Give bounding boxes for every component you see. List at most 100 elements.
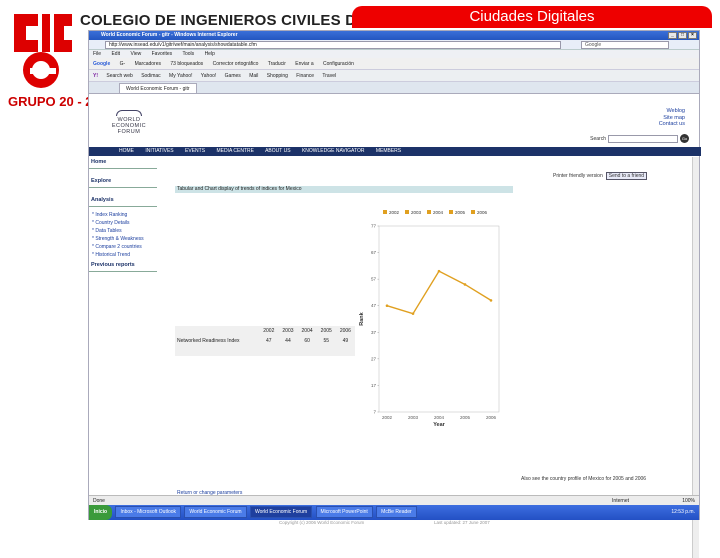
send-to-button[interactable]: Enviar a: [295, 61, 313, 67]
nav-knowledge-navigator[interactable]: KNOWLEDGE NAVIGATOR: [302, 148, 365, 154]
x-tick-label: 2006: [486, 415, 497, 420]
legend-swatch: [471, 210, 475, 214]
table-cell: 44: [285, 338, 291, 344]
sidebar-analysis[interactable]: Analysis: [89, 194, 157, 207]
minimize-button[interactable]: _: [668, 32, 677, 39]
data-point: [489, 299, 493, 302]
windows-taskbar: Inicio Inbox - Microsoft Outlook World E…: [89, 505, 699, 520]
copyright-text: Copyright (c) 2006 World Economic Forum: [279, 520, 365, 525]
menu-favorites[interactable]: Favorites: [152, 51, 173, 57]
legend-swatch: [405, 210, 409, 214]
taskbar-item-wef-2[interactable]: World Economic Forum: [249, 505, 313, 518]
sidebar-explore[interactable]: Explore: [89, 175, 157, 188]
close-button[interactable]: ×: [688, 32, 697, 39]
yahoo-logo-icon: Y!: [93, 73, 98, 79]
x-tick-label: 2004: [434, 415, 445, 420]
address-bar: http://www.insead.edu/v1/gitr/wef/main/a…: [89, 40, 699, 50]
maximize-button[interactable]: □: [678, 32, 687, 39]
menu-bar: File Edit View Favorites Tools Help: [89, 50, 699, 58]
my-yahoo-link[interactable]: My Yahoo!: [169, 73, 192, 79]
sidebar-item-strength-weakness[interactable]: * Strength & Weakness: [89, 235, 157, 243]
table-cell: 47: [266, 338, 272, 344]
y-tick-label: 17: [371, 383, 377, 388]
mail-link[interactable]: Mail: [249, 73, 258, 79]
printer-tools: Printer friendly version Send to a frien…: [553, 172, 648, 180]
nav-events[interactable]: EVENTS: [185, 148, 205, 154]
settings-button[interactable]: Configuración: [323, 61, 354, 67]
wef-arc-icon: [116, 110, 142, 116]
google-search-dropdown[interactable]: G-: [120, 61, 126, 67]
window-title: World Economic Forum - gitr - Windows In…: [101, 32, 238, 38]
search-go-button[interactable]: Go: [680, 134, 689, 143]
y-tick-label: 27: [371, 356, 377, 361]
menu-edit[interactable]: Edit: [111, 51, 120, 57]
nav-media-centre[interactable]: MEDIA CENTRE: [216, 148, 254, 154]
shopping-link[interactable]: Shopping: [267, 73, 288, 79]
sidebar-item-country-details[interactable]: * Country Details: [89, 219, 157, 227]
nav-about-us[interactable]: ABOUT US: [265, 148, 290, 154]
taskbar-item-reader[interactable]: McBe Reader: [376, 505, 417, 518]
sidebar-item-index-ranking[interactable]: * Index Ranking: [89, 211, 157, 219]
search-web-button[interactable]: Search web: [106, 73, 132, 79]
sidebar-item-historical-trend[interactable]: * Historical Trend: [89, 251, 157, 259]
nav-initiatives[interactable]: INITIATIVES: [145, 148, 173, 154]
y-tick-label: 67: [371, 250, 377, 255]
cicm-logo: [8, 10, 74, 92]
status-text: Done: [93, 498, 105, 504]
sodimac-link[interactable]: Sodimac: [141, 73, 160, 79]
sidebar-previous-reports[interactable]: Previous reports: [89, 259, 157, 272]
page-content: WORLD ECONOMIC FORUM Weblog Site map Con…: [89, 94, 701, 558]
translate-button[interactable]: Traducir: [268, 61, 286, 67]
contact-us-link[interactable]: Contact us: [659, 121, 685, 128]
bookmarks-button[interactable]: Marcadores: [135, 61, 161, 67]
legend-label: 2005: [455, 210, 466, 215]
trend-chart: 2002 2003 2004 2005 2006 77 67 57 47 37 27 17 7 2002 2…: [357, 204, 507, 444]
x-axis-label: Year: [433, 422, 445, 428]
url-field[interactable]: http://www.insead.edu/v1/gitr/wef/main/a…: [105, 41, 561, 49]
group-label: GRUPO 20 - 25: [8, 94, 100, 109]
x-tick-label: 2003: [408, 415, 419, 420]
menu-file[interactable]: File: [93, 51, 101, 57]
status-bar: Done Internet 100%: [89, 495, 699, 505]
nav-home[interactable]: HOME: [119, 148, 134, 154]
menu-help[interactable]: Help: [205, 51, 215, 57]
printer-friendly-link[interactable]: Printer friendly version: [553, 173, 603, 179]
legend-swatch: [383, 210, 387, 214]
google-logo: Google: [93, 61, 111, 67]
start-button[interactable]: Inicio: [89, 505, 113, 520]
send-to-friend-button[interactable]: Send to a friend: [605, 172, 648, 180]
sidebar-home[interactable]: Home: [89, 156, 157, 169]
x-tick-label: 2005: [460, 415, 471, 420]
yahoo-link[interactable]: Yahoo!: [201, 73, 216, 79]
finance-link[interactable]: Finance: [296, 73, 314, 79]
legend-swatch: [427, 210, 431, 214]
legend-label: 2003: [411, 210, 422, 215]
browser-search-input[interactable]: Google: [581, 41, 669, 49]
table-header: 2002: [263, 328, 275, 334]
taskbar-item-powerpoint[interactable]: Microsoft PowerPoint: [315, 505, 373, 518]
sidebar-item-data-tables[interactable]: * Data Tables: [89, 227, 157, 235]
taskbar-item-outlook[interactable]: Inbox - Microsoft Outlook: [115, 505, 182, 518]
y-tick-label: 57: [371, 277, 377, 282]
games-link[interactable]: Games: [225, 73, 241, 79]
travel-link[interactable]: Travel: [322, 73, 336, 79]
table-row: Networked Readiness Index 47 44 60 55 49: [175, 336, 355, 346]
x-tick-label: 2002: [382, 415, 393, 420]
menu-view[interactable]: View: [130, 51, 141, 57]
nav-members[interactable]: MEMBERS: [376, 148, 401, 154]
spellcheck-button[interactable]: Corrector ortográfico: [213, 61, 259, 67]
taskbar-item-wef-1[interactable]: World Economic Forum: [184, 505, 247, 518]
search-label: Search: [590, 135, 606, 142]
window-titlebar: World Economic Forum - gitr - Windows In…: [89, 31, 699, 40]
menu-tools[interactable]: Tools: [182, 51, 194, 57]
y-tick-label: 37: [371, 330, 377, 335]
site-search-input[interactable]: [608, 134, 678, 143]
sidebar-item-compare[interactable]: * Compare 2 countries: [89, 243, 157, 251]
popup-blocker-button[interactable]: 73 bloqueados: [170, 61, 203, 67]
legend-label: 2006: [477, 210, 488, 215]
y-tick-label: 77: [371, 224, 377, 229]
legend-label: 2004: [433, 210, 444, 215]
tab-wef[interactable]: World Economic Forum - gitr: [119, 83, 197, 94]
tab-bar: World Economic Forum - gitr: [89, 82, 699, 94]
country-profile-note: Also see the country profile of Mexico f…: [521, 476, 647, 482]
